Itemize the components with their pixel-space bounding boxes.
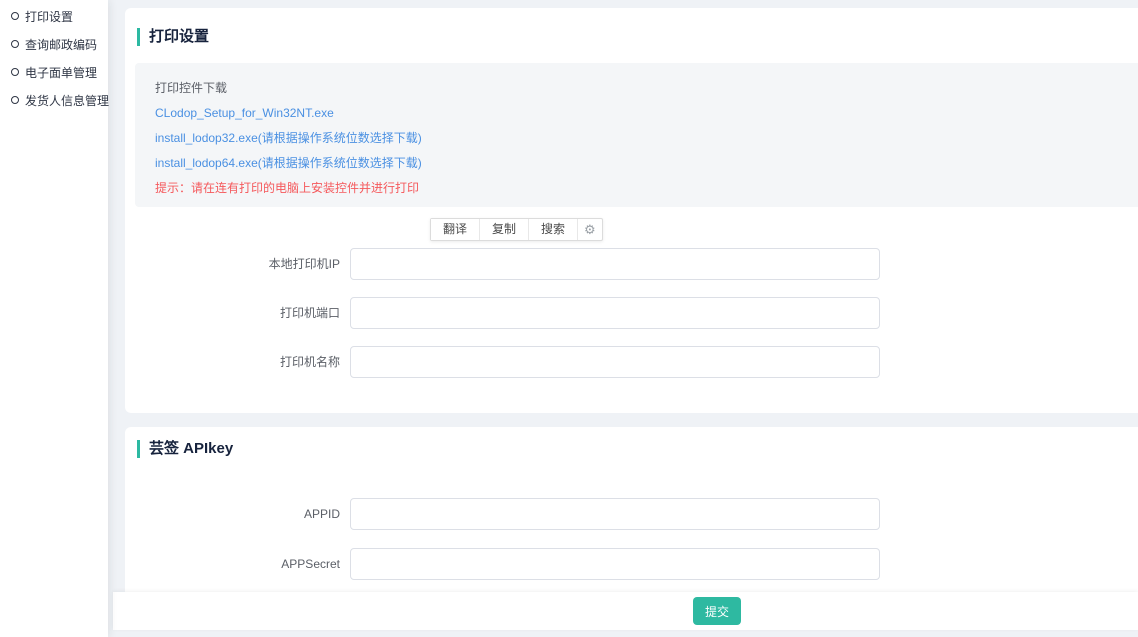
- printer-name-row: 打印机名称: [125, 346, 1138, 378]
- circle-icon: [11, 12, 19, 20]
- circle-icon: [11, 96, 19, 104]
- apikey-card: 芸签 APIkey APPID APPSecret: [125, 427, 1138, 600]
- printer-name-input[interactable]: [350, 346, 880, 378]
- download-link-clodop[interactable]: CLodop_Setup_for_Win32NT.exe: [155, 101, 334, 126]
- sidebar-item-label: 电子面单管理: [25, 64, 97, 81]
- download-link-lodop32[interactable]: install_lodop32.exe(请根据操作系统位数选择下载): [155, 126, 422, 151]
- download-heading: 打印控件下载: [155, 76, 1138, 101]
- circle-icon: [11, 68, 19, 76]
- sidebar-item-label: 查询邮政编码: [25, 36, 97, 53]
- appid-input[interactable]: [350, 498, 880, 530]
- sidebar-item-postal-code-query[interactable]: 查询邮政编码: [0, 30, 108, 58]
- printer-ip-row: 本地打印机IP: [125, 248, 1138, 280]
- print-settings-card: 打印设置 打印控件下载 CLodop_Setup_for_Win32NT.exe…: [125, 8, 1138, 413]
- printer-ip-input[interactable]: [350, 248, 880, 280]
- sidebar-item-waybill-management[interactable]: 电子面单管理: [0, 58, 108, 86]
- download-box: 打印控件下载 CLodop_Setup_for_Win32NT.exe inst…: [135, 63, 1138, 207]
- printer-port-input[interactable]: [350, 297, 880, 329]
- sidebar-item-label: 发货人信息管理: [25, 92, 109, 109]
- sidebar-item-print-settings[interactable]: 打印设置: [0, 2, 108, 30]
- translate-button[interactable]: 翻译: [431, 219, 480, 240]
- printer-name-label: 打印机名称: [125, 346, 340, 378]
- appsecret-label: APPSecret: [125, 548, 340, 580]
- sidebar-item-label: 打印设置: [25, 8, 73, 25]
- footer-bar: 提交: [113, 592, 1138, 630]
- copy-button[interactable]: 复制: [480, 219, 529, 240]
- download-link-lodop64[interactable]: install_lodop64.exe(请根据操作系统位数选择下载): [155, 151, 422, 176]
- selection-toolbar: 翻译 复制 搜索 ⚙: [430, 218, 603, 241]
- sidebar-item-shipper-info[interactable]: 发货人信息管理: [0, 86, 108, 114]
- appid-row: APPID: [125, 498, 1138, 530]
- search-button[interactable]: 搜索: [529, 219, 578, 240]
- download-tip: 提示：请在连有打印的电脑上安装控件并进行打印: [155, 176, 1138, 201]
- appsecret-row: APPSecret: [125, 548, 1138, 580]
- printer-port-label: 打印机端口: [125, 297, 340, 329]
- circle-icon: [11, 40, 19, 48]
- gear-icon[interactable]: ⚙: [578, 219, 602, 240]
- printer-ip-label: 本地打印机IP: [125, 248, 340, 280]
- appid-label: APPID: [125, 498, 340, 530]
- print-settings-title: 打印设置: [137, 28, 209, 46]
- printer-port-row: 打印机端口: [125, 297, 1138, 329]
- sidebar: 打印设置 查询邮政编码 电子面单管理 发货人信息管理: [0, 0, 108, 637]
- submit-button[interactable]: 提交: [693, 597, 741, 625]
- appsecret-input[interactable]: [350, 548, 880, 580]
- apikey-title: 芸签 APIkey: [137, 440, 233, 458]
